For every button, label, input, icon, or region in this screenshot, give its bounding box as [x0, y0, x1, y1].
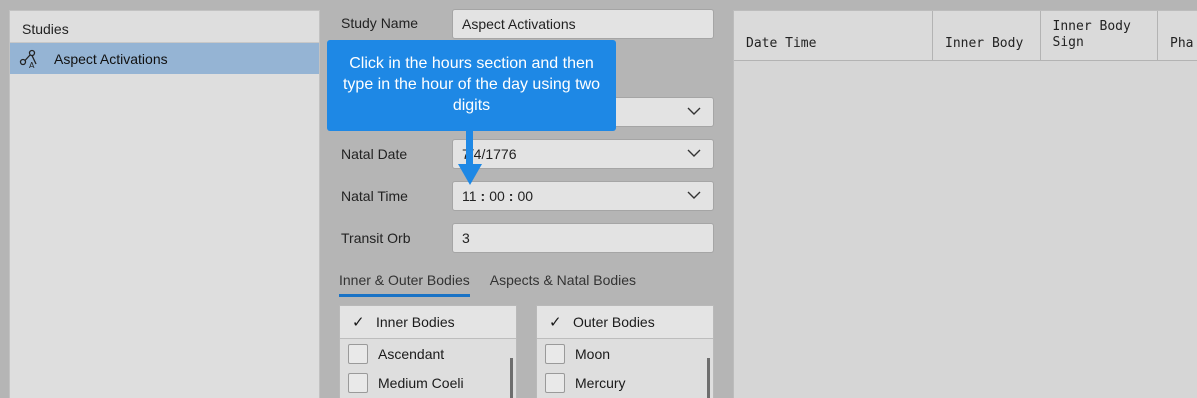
- checkmark-icon: ✓: [352, 314, 365, 331]
- scrollbar[interactable]: [707, 358, 710, 398]
- checkbox[interactable]: [348, 372, 368, 393]
- callout-text: Click in the hours section and then type…: [342, 55, 601, 114]
- tab-inner-outer-bodies[interactable]: Inner & Outer Bodies: [339, 270, 470, 297]
- transit-orb-label: Transit Orb: [341, 230, 411, 246]
- natal-date-label: Natal Date: [341, 146, 408, 162]
- inner-bodies-header-label: Inner Bodies: [376, 314, 455, 330]
- study-name-value: Aspect Activations: [462, 16, 576, 32]
- outer-bodies-header[interactable]: ✓ Outer Bodies: [537, 306, 713, 339]
- scrollbar[interactable]: [510, 358, 513, 398]
- svg-text:A: A: [29, 61, 35, 69]
- list-item[interactable]: Moon: [537, 339, 713, 368]
- chevron-down-icon: [687, 107, 701, 115]
- outer-bodies-list: ✓ Outer Bodies Moon Mercury: [536, 305, 714, 398]
- column-header-date-time[interactable]: Date Time: [734, 11, 933, 60]
- list-item-label: Mercury: [575, 374, 626, 391]
- time-seconds-section[interactable]: 00: [517, 188, 533, 204]
- results-grid: Date Time Inner Body Inner Body Sign Pha: [733, 10, 1197, 398]
- checkbox[interactable]: [348, 343, 368, 364]
- studies-sidebar: Studies A Aspect Activations: [9, 10, 320, 398]
- time-separator: :: [508, 188, 514, 204]
- tutorial-callout: Click in the hours section and then type…: [327, 40, 616, 131]
- checkmark-icon: ✓: [549, 314, 562, 331]
- time-minutes-section[interactable]: 00: [489, 188, 505, 204]
- bodies-tabs: Inner & Outer Bodies Aspects & Natal Bod…: [339, 270, 656, 297]
- outer-bodies-header-label: Outer Bodies: [573, 314, 655, 330]
- sidebar-header: Studies: [10, 11, 319, 43]
- chevron-down-icon: [687, 191, 701, 199]
- time-separator: :: [480, 188, 486, 204]
- sidebar-item-aspect-activations[interactable]: A Aspect Activations: [10, 43, 319, 74]
- tab-aspects-natal-bodies[interactable]: Aspects & Natal Bodies: [490, 270, 636, 297]
- column-header-inner-body[interactable]: Inner Body: [933, 11, 1041, 60]
- list-item[interactable]: Medium Coeli: [340, 368, 516, 397]
- list-item-label: Medium Coeli: [378, 374, 464, 391]
- transit-orb-value: 3: [462, 230, 470, 246]
- study-name-input[interactable]: Aspect Activations: [452, 9, 714, 39]
- list-item-label: Moon: [575, 345, 611, 362]
- sidebar-item-label: Aspect Activations: [54, 50, 168, 67]
- list-item[interactable]: Ascendant: [340, 339, 516, 368]
- natal-time-label: Natal Time: [341, 188, 408, 204]
- list-item-label: Ascendant: [378, 345, 445, 362]
- inner-bodies-header[interactable]: ✓ Inner Bodies: [340, 306, 516, 339]
- list-item[interactable]: Mercury: [537, 368, 713, 397]
- time-hours-section[interactable]: 11: [462, 188, 477, 204]
- checkbox[interactable]: [545, 343, 565, 364]
- checkbox[interactable]: [545, 372, 565, 393]
- grid-header: Date Time Inner Body Inner Body Sign Pha: [734, 11, 1197, 61]
- natal-date-picker[interactable]: 7/4/1776: [452, 139, 714, 169]
- chevron-down-icon: [687, 149, 701, 157]
- column-header-inner-body-sign[interactable]: Inner Body Sign: [1041, 11, 1158, 60]
- inner-bodies-list: ✓ Inner Bodies Ascendant Medium Coeli: [339, 305, 517, 398]
- natal-time-picker[interactable]: 11 : 00 : 00: [452, 181, 714, 211]
- column-header-phase[interactable]: Pha: [1158, 11, 1197, 60]
- transit-orb-input[interactable]: 3: [452, 223, 714, 253]
- study-name-label: Study Name: [341, 15, 419, 31]
- callout-arrow-icon: [458, 131, 482, 185]
- graph-nodes-icon: A: [19, 49, 37, 69]
